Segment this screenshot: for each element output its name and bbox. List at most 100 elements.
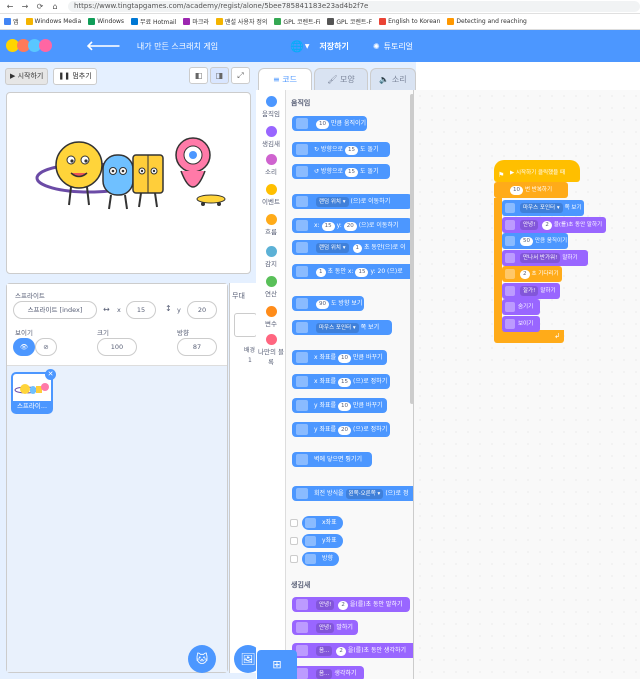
- block-number[interactable]: 15: [321, 222, 335, 231]
- hide-eye-icon[interactable]: ⊘: [35, 338, 57, 356]
- block-number[interactable]: 2: [336, 647, 346, 656]
- block-number[interactable]: 10: [338, 354, 352, 363]
- block-number[interactable]: 10: [316, 120, 329, 129]
- motion-block[interactable]: 마우스 포인터 ▾ 쪽 보기: [292, 320, 392, 335]
- script-looks-block[interactable]: 보이기: [502, 315, 540, 332]
- code-workspace[interactable]: ⚑ ▶ 시작하기 클릭했을 때 10 번 반복하기 ↲ 마우스 포인터 ▾ 쪽 보기 안…: [414, 90, 640, 679]
- block-dropdown[interactable]: 잘가!: [520, 285, 539, 296]
- bookmark-item[interactable]: English to Korean: [379, 18, 440, 25]
- motion-block[interactable]: 90 도 방향 보기: [292, 296, 364, 311]
- save-button[interactable]: 저장하기: [319, 41, 348, 52]
- looks-block[interactable]: 음... 2 을(를)초 동안 생각하기: [292, 643, 413, 658]
- motion-block[interactable]: 10 만큼 움직이기: [292, 116, 367, 131]
- block-dropdown[interactable]: 랜덤 위치 ▾: [316, 243, 349, 253]
- category-3[interactable]: 소리: [256, 154, 286, 176]
- block-dropdown[interactable]: 랜덤 위치 ▾: [316, 197, 349, 207]
- looks-block[interactable]: 안녕! 말하기: [292, 620, 358, 635]
- category-4[interactable]: 이벤트: [256, 184, 286, 206]
- x-field[interactable]: 15: [126, 301, 156, 319]
- home-icon[interactable]: ⌂: [50, 2, 60, 12]
- bookmark-item[interactable]: Windows Media: [25, 18, 81, 25]
- script-motion-block[interactable]: 마우스 포인터 ▾ 쪽 보기: [502, 200, 584, 216]
- reporter-checkbox[interactable]: [290, 555, 298, 563]
- motion-block[interactable]: x 좌표를 10 만큼 바꾸기: [292, 350, 387, 365]
- block-dropdown[interactable]: 마우스 포인터 ▾: [316, 323, 359, 333]
- back-arrow-icon[interactable]: ←: [5, 2, 15, 12]
- script-motion-block[interactable]: 50 만큼 움직이기: [502, 233, 568, 249]
- block-number[interactable]: 2: [542, 220, 552, 230]
- stage-canvas[interactable]: [6, 92, 251, 274]
- repeat-block[interactable]: 10 번 반복하기: [494, 182, 568, 198]
- script-looks-block[interactable]: 숨기기: [502, 299, 540, 315]
- delete-icon[interactable]: ✕: [45, 369, 56, 380]
- block-number[interactable]: 15: [345, 146, 359, 155]
- bookmark-item[interactable]: Detecting and reaching: [447, 18, 527, 25]
- tab-sounds[interactable]: 🔈 소리: [370, 68, 416, 90]
- add-extension-button[interactable]: ⊞: [257, 650, 297, 679]
- motion-block[interactable]: 벽에 닿으면 튕기기: [292, 452, 372, 467]
- back-button[interactable]: 🡐: [86, 38, 121, 54]
- looks-block[interactable]: 안녕! 2 을(를)초 동안 말하기: [292, 597, 410, 612]
- block-number[interactable]: 15: [338, 378, 352, 387]
- script-ctrl-block[interactable]: 2초 기다리기: [502, 266, 562, 282]
- looks-block[interactable]: 음... 생각하기: [292, 666, 364, 679]
- block-dropdown[interactable]: 안녕!: [520, 219, 539, 230]
- block-number[interactable]: 2: [338, 601, 348, 610]
- motion-block[interactable]: 랜덤 위치 ▾ 1 초 동안(으)로 이: [292, 240, 413, 255]
- block-number[interactable]: 20: [343, 222, 357, 231]
- block-number[interactable]: 1: [352, 244, 362, 253]
- motion-block[interactable]: 1초 동안 x: 15 y: 20 (으)로: [292, 264, 413, 279]
- motion-block[interactable]: y 좌표를 10 만큼 바꾸기: [292, 398, 387, 413]
- motion-reporter[interactable]: x좌표: [302, 516, 343, 530]
- tutorial-button[interactable]: ✺ 튜토리얼: [373, 41, 413, 52]
- block-number[interactable]: 20: [338, 426, 352, 435]
- tab-costumes[interactable]: 🖌 모양: [314, 68, 368, 90]
- bookmark-item[interactable]: 맨설 사용자 정의: [215, 17, 267, 26]
- block-dropdown[interactable]: 안녕!: [316, 623, 335, 633]
- fullscreen-icon[interactable]: ⤢: [231, 67, 250, 84]
- sprite-thumbnail[interactable]: 스프라이... ✕: [11, 369, 56, 414]
- block-number[interactable]: 1: [316, 268, 326, 277]
- motion-block[interactable]: 랜덤 위치 ▾ (으)로 이동하기: [292, 194, 412, 209]
- block-dropdown[interactable]: 음...: [316, 646, 333, 656]
- block-dropdown[interactable]: 음...: [316, 669, 333, 679]
- bookmark-item[interactable]: 마크라: [183, 17, 209, 26]
- forward-arrow-icon[interactable]: →: [20, 2, 30, 12]
- when-flag-clicked-block[interactable]: ⚑ ▶ 시작하기 클릭했을 때: [494, 160, 580, 182]
- bookmark-item[interactable]: GPL 코렌트-Fi: [274, 17, 320, 26]
- block-number[interactable]: 50: [520, 237, 533, 246]
- y-field[interactable]: 20: [187, 301, 217, 319]
- motion-block[interactable]: 회전 방식을 왼쪽-오른쪽 ▾ (으)로 정: [292, 486, 413, 501]
- reporter-checkbox[interactable]: [290, 519, 298, 527]
- motion-block[interactable]: ↻ 방향으로 15 도 돌기: [292, 142, 390, 157]
- category-5[interactable]: 흐름: [256, 214, 286, 236]
- sprite-name-field[interactable]: 스프라이트 [index]: [13, 301, 97, 319]
- block-number[interactable]: 10: [338, 402, 352, 411]
- stage-target-pane[interactable]: 무대 배경 1: [229, 283, 257, 673]
- chevron-down-icon[interactable]: ▼: [305, 43, 310, 50]
- start-button[interactable]: ▶ 시작하기: [5, 67, 49, 85]
- motion-block[interactable]: x 좌표를 15 (으)로 정하기: [292, 374, 390, 389]
- add-sprite-button[interactable]: 🐱: [188, 645, 216, 673]
- app-logo[interactable]: [6, 35, 64, 57]
- motion-block[interactable]: ↺ 방향으로 15 도 돌기: [292, 164, 390, 179]
- bookmark-item[interactable]: GPL 코렌트-F: [327, 17, 372, 26]
- script-looks-block[interactable]: 안녕! 2 을(를)초 동안 말하기: [502, 216, 606, 233]
- category-6[interactable]: 감지: [256, 246, 286, 268]
- category-9[interactable]: 나만의 블록: [256, 334, 286, 366]
- bookmark-item[interactable]: 무료 Hotmail: [131, 17, 176, 26]
- motion-block[interactable]: x: 15 y: 20 (으)로 이동하기: [292, 218, 412, 233]
- project-title[interactable]: 내가 만든 스크래치 게임: [137, 41, 218, 52]
- small-stage-icon[interactable]: ◧: [189, 67, 208, 84]
- size-field[interactable]: 100: [97, 338, 137, 356]
- address-bar[interactable]: https://www.tingtapgames.com/academy/reg…: [68, 1, 640, 12]
- category-7[interactable]: 연산: [256, 276, 286, 298]
- bookmark-item[interactable]: 앱: [4, 17, 19, 26]
- reporter-checkbox[interactable]: [290, 537, 298, 545]
- block-dropdown[interactable]: 마우스 포인터 ▾: [520, 203, 563, 213]
- globe-icon[interactable]: 🌐: [290, 40, 304, 53]
- script-looks-block[interactable]: 만나서 반가워! 말하기: [502, 249, 588, 266]
- category-1[interactable]: 움직임: [256, 96, 286, 118]
- normal-stage-icon[interactable]: ◨: [210, 67, 229, 84]
- show-eye-icon[interactable]: 👁: [13, 338, 35, 356]
